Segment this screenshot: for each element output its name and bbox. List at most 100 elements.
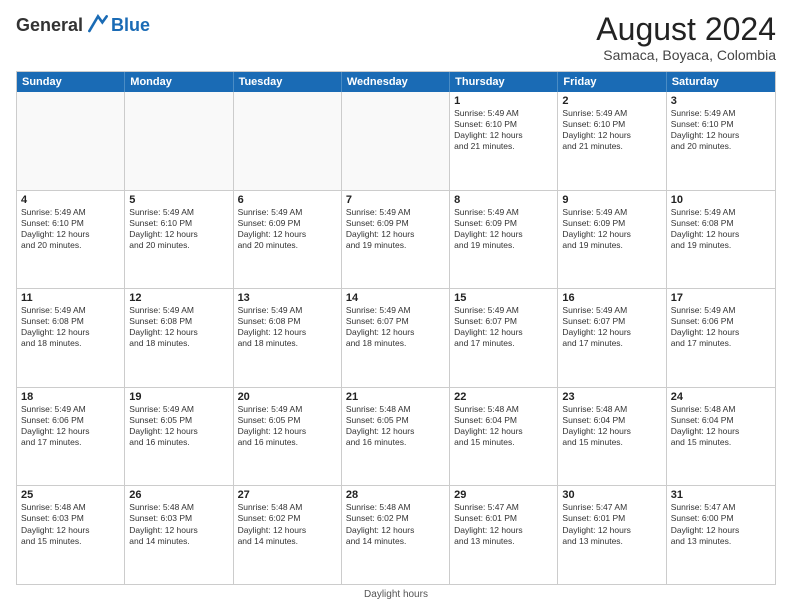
table-row: 25Sunrise: 5:48 AM Sunset: 6:03 PM Dayli… <box>17 486 125 584</box>
cell-text: Sunrise: 5:49 AM Sunset: 6:09 PM Dayligh… <box>346 207 445 251</box>
table-row: 14Sunrise: 5:49 AM Sunset: 6:07 PM Dayli… <box>342 289 450 387</box>
day-number: 30 <box>562 489 661 501</box>
table-row: 21Sunrise: 5:48 AM Sunset: 6:05 PM Dayli… <box>342 388 450 486</box>
calendar-header-friday: Friday <box>558 72 666 92</box>
cell-text: Sunrise: 5:49 AM Sunset: 6:05 PM Dayligh… <box>129 404 228 448</box>
calendar-header-sunday: Sunday <box>17 72 125 92</box>
day-number: 18 <box>21 391 120 403</box>
day-number: 13 <box>238 292 337 304</box>
day-number: 20 <box>238 391 337 403</box>
day-number: 22 <box>454 391 553 403</box>
cell-text: Sunrise: 5:47 AM Sunset: 6:01 PM Dayligh… <box>562 502 661 546</box>
table-row: 20Sunrise: 5:49 AM Sunset: 6:05 PM Dayli… <box>234 388 342 486</box>
calendar-week-5: 25Sunrise: 5:48 AM Sunset: 6:03 PM Dayli… <box>17 485 775 584</box>
table-row: 8Sunrise: 5:49 AM Sunset: 6:09 PM Daylig… <box>450 191 558 289</box>
month-title: August 2024 <box>596 12 776 47</box>
table-row <box>125 92 233 190</box>
table-row: 13Sunrise: 5:49 AM Sunset: 6:08 PM Dayli… <box>234 289 342 387</box>
day-number: 6 <box>238 194 337 206</box>
table-row <box>234 92 342 190</box>
table-row: 17Sunrise: 5:49 AM Sunset: 6:06 PM Dayli… <box>667 289 775 387</box>
day-number: 7 <box>346 194 445 206</box>
cell-text: Sunrise: 5:49 AM Sunset: 6:07 PM Dayligh… <box>454 305 553 349</box>
day-number: 10 <box>671 194 771 206</box>
table-row: 22Sunrise: 5:48 AM Sunset: 6:04 PM Dayli… <box>450 388 558 486</box>
cell-text: Sunrise: 5:48 AM Sunset: 6:04 PM Dayligh… <box>671 404 771 448</box>
cell-text: Sunrise: 5:49 AM Sunset: 6:09 PM Dayligh… <box>454 207 553 251</box>
table-row: 31Sunrise: 5:47 AM Sunset: 6:00 PM Dayli… <box>667 486 775 584</box>
table-row: 4Sunrise: 5:49 AM Sunset: 6:10 PM Daylig… <box>17 191 125 289</box>
cell-text: Sunrise: 5:48 AM Sunset: 6:03 PM Dayligh… <box>129 502 228 546</box>
day-number: 31 <box>671 489 771 501</box>
day-number: 1 <box>454 95 553 107</box>
table-row: 2Sunrise: 5:49 AM Sunset: 6:10 PM Daylig… <box>558 92 666 190</box>
calendar-header-row: SundayMondayTuesdayWednesdayThursdayFrid… <box>17 72 775 92</box>
cell-text: Sunrise: 5:49 AM Sunset: 6:08 PM Dayligh… <box>671 207 771 251</box>
table-row: 24Sunrise: 5:48 AM Sunset: 6:04 PM Dayli… <box>667 388 775 486</box>
table-row: 11Sunrise: 5:49 AM Sunset: 6:08 PM Dayli… <box>17 289 125 387</box>
day-number: 25 <box>21 489 120 501</box>
table-row: 29Sunrise: 5:47 AM Sunset: 6:01 PM Dayli… <box>450 486 558 584</box>
day-number: 12 <box>129 292 228 304</box>
day-number: 5 <box>129 194 228 206</box>
table-row: 16Sunrise: 5:49 AM Sunset: 6:07 PM Dayli… <box>558 289 666 387</box>
cell-text: Sunrise: 5:49 AM Sunset: 6:07 PM Dayligh… <box>346 305 445 349</box>
day-number: 9 <box>562 194 661 206</box>
calendar-header-saturday: Saturday <box>667 72 775 92</box>
calendar-body: 1Sunrise: 5:49 AM Sunset: 6:10 PM Daylig… <box>17 92 775 584</box>
day-number: 11 <box>21 292 120 304</box>
day-number: 8 <box>454 194 553 206</box>
day-number: 15 <box>454 292 553 304</box>
cell-text: Sunrise: 5:49 AM Sunset: 6:08 PM Dayligh… <box>21 305 120 349</box>
table-row: 18Sunrise: 5:49 AM Sunset: 6:06 PM Dayli… <box>17 388 125 486</box>
table-row: 10Sunrise: 5:49 AM Sunset: 6:08 PM Dayli… <box>667 191 775 289</box>
cell-text: Sunrise: 5:49 AM Sunset: 6:10 PM Dayligh… <box>129 207 228 251</box>
table-row: 12Sunrise: 5:49 AM Sunset: 6:08 PM Dayli… <box>125 289 233 387</box>
logo-blue-text: Blue <box>111 15 150 36</box>
day-number: 19 <box>129 391 228 403</box>
calendar: SundayMondayTuesdayWednesdayThursdayFrid… <box>16 71 776 585</box>
cell-text: Sunrise: 5:48 AM Sunset: 6:04 PM Dayligh… <box>562 404 661 448</box>
cell-text: Sunrise: 5:49 AM Sunset: 6:10 PM Dayligh… <box>454 108 553 152</box>
day-number: 4 <box>21 194 120 206</box>
cell-text: Sunrise: 5:47 AM Sunset: 6:01 PM Dayligh… <box>454 502 553 546</box>
cell-text: Sunrise: 5:49 AM Sunset: 6:08 PM Dayligh… <box>129 305 228 349</box>
table-row: 28Sunrise: 5:48 AM Sunset: 6:02 PM Dayli… <box>342 486 450 584</box>
day-number: 26 <box>129 489 228 501</box>
day-number: 21 <box>346 391 445 403</box>
calendar-header-wednesday: Wednesday <box>342 72 450 92</box>
logo-general-text: General <box>16 15 83 36</box>
header: General Blue August 2024 Samaca, Boyaca, … <box>16 12 776 63</box>
title-block: August 2024 Samaca, Boyaca, Colombia <box>596 12 776 63</box>
day-number: 28 <box>346 489 445 501</box>
cell-text: Sunrise: 5:48 AM Sunset: 6:03 PM Dayligh… <box>21 502 120 546</box>
cell-text: Sunrise: 5:48 AM Sunset: 6:05 PM Dayligh… <box>346 404 445 448</box>
table-row: 3Sunrise: 5:49 AM Sunset: 6:10 PM Daylig… <box>667 92 775 190</box>
calendar-header-tuesday: Tuesday <box>234 72 342 92</box>
table-row: 6Sunrise: 5:49 AM Sunset: 6:09 PM Daylig… <box>234 191 342 289</box>
cell-text: Sunrise: 5:48 AM Sunset: 6:02 PM Dayligh… <box>346 502 445 546</box>
table-row: 15Sunrise: 5:49 AM Sunset: 6:07 PM Dayli… <box>450 289 558 387</box>
table-row: 27Sunrise: 5:48 AM Sunset: 6:02 PM Dayli… <box>234 486 342 584</box>
cell-text: Sunrise: 5:49 AM Sunset: 6:07 PM Dayligh… <box>562 305 661 349</box>
table-row: 1Sunrise: 5:49 AM Sunset: 6:10 PM Daylig… <box>450 92 558 190</box>
calendar-header-thursday: Thursday <box>450 72 558 92</box>
cell-text: Sunrise: 5:49 AM Sunset: 6:09 PM Dayligh… <box>238 207 337 251</box>
cell-text: Sunrise: 5:48 AM Sunset: 6:02 PM Dayligh… <box>238 502 337 546</box>
calendar-week-2: 4 Sunrise: 5:49 AM Sunset: 6:10 PM Daylig… <box>17 190 775 289</box>
cell-text: Sunrise: 5:49 AM Sunset: 6:06 PM Dayligh… <box>671 305 771 349</box>
table-row: 26Sunrise: 5:48 AM Sunset: 6:03 PM Dayli… <box>125 486 233 584</box>
cell-text: Sunrise: 5:49 AM Sunset: 6:10 PM Dayligh… <box>562 108 661 152</box>
day-number: 24 <box>671 391 771 403</box>
location: Samaca, Boyaca, Colombia <box>596 47 776 63</box>
day-number: 29 <box>454 489 553 501</box>
daylight-hours-label: Daylight hours <box>364 589 428 600</box>
calendar-week-3: 11Sunrise: 5:49 AM Sunset: 6:08 PM Dayli… <box>17 288 775 387</box>
calendar-week-4: 18Sunrise: 5:49 AM Sunset: 6:06 PM Dayli… <box>17 387 775 486</box>
day-number: 17 <box>671 292 771 304</box>
footer-note: Daylight hours <box>16 589 776 600</box>
calendar-week-1: 1Sunrise: 5:49 AM Sunset: 6:10 PM Daylig… <box>17 92 775 190</box>
table-row <box>342 92 450 190</box>
day-number: 2 <box>562 95 661 107</box>
logo: General Blue <box>16 12 150 38</box>
